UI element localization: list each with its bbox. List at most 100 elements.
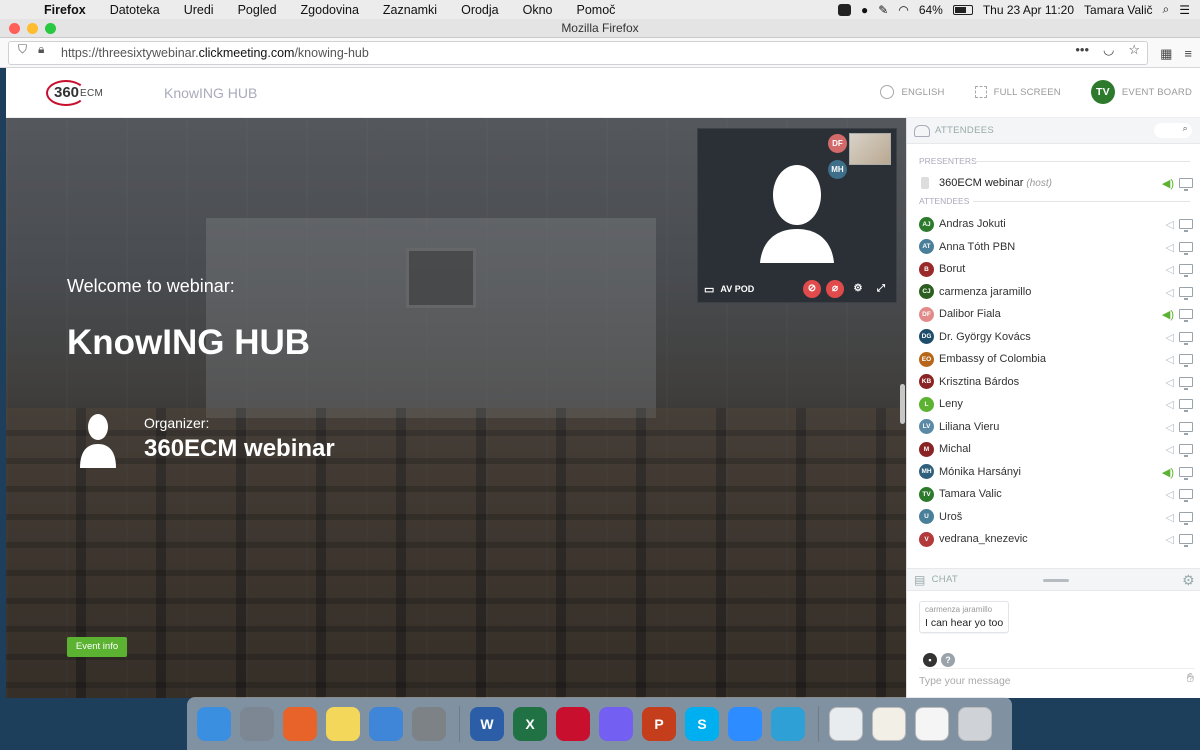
word-icon[interactable]: W xyxy=(470,706,504,741)
screen-share-icon[interactable] xyxy=(1179,511,1193,525)
raise-hand-icon[interactable]: ✋︎ xyxy=(1187,670,1194,686)
clock[interactable]: Thu 23 Apr 11:20 xyxy=(983,3,1074,17)
speaker-muted-icon[interactable]: ◁ xyxy=(1166,263,1174,276)
page-actions-icon[interactable]: ••• xyxy=(1075,42,1089,58)
menu-item-view[interactable]: Pogled xyxy=(238,3,277,17)
attendee-row[interactable]: AJ Andras Jokuti ◁ xyxy=(907,213,1200,236)
expand-icon[interactable]: ⤢ xyxy=(872,280,890,298)
trash-icon[interactable] xyxy=(958,706,992,741)
attendee-row[interactable]: LV Liliana Vieru ◁ xyxy=(907,416,1200,439)
zoom-status-icon[interactable] xyxy=(838,3,852,16)
close-window-button[interactable] xyxy=(9,23,20,34)
fullscreen-button[interactable]: FULL SCREEN xyxy=(974,86,1061,98)
attendee-row[interactable]: KB Krisztina Bárdos ◁ xyxy=(907,371,1200,394)
speaker-on-icon[interactable]: ◀︎) xyxy=(1162,466,1174,479)
menu-item-window[interactable]: Okno xyxy=(523,3,553,17)
speaker-muted-icon[interactable]: ◁ xyxy=(1166,286,1174,299)
screen-share-icon[interactable] xyxy=(1179,534,1193,547)
excel-icon[interactable]: X xyxy=(513,706,547,741)
attendee-row[interactable]: EO Embassy of Colombia ◁ xyxy=(907,348,1200,371)
lock-icon[interactable]: 🔒︎ xyxy=(38,42,44,57)
screen-share-icon[interactable] xyxy=(1179,421,1193,435)
system-preferences-icon[interactable] xyxy=(412,706,446,741)
menu-item-edit[interactable]: Uredi xyxy=(184,3,214,17)
attendee-row[interactable]: AT Anna Tóth PBN ◁ xyxy=(907,236,1200,259)
attendee-row[interactable]: L Leny ◁ xyxy=(907,393,1200,416)
battery-icon[interactable] xyxy=(952,4,973,15)
screen-share-icon[interactable] xyxy=(1179,219,1193,232)
dock-document-icon[interactable] xyxy=(872,706,906,741)
speaker-muted-icon[interactable]: ◁ xyxy=(1166,443,1174,456)
attendee-row[interactable]: MH Mónika Harsányi ◀︎) xyxy=(907,461,1200,484)
finder-icon[interactable] xyxy=(197,706,231,741)
host-row[interactable]: 360ECM webinar (host) ◀︎) xyxy=(907,172,1200,194)
menu-item-history[interactable]: Zgodovina xyxy=(301,3,359,17)
dock-document-icon[interactable] xyxy=(915,706,949,741)
speaker-muted-icon[interactable]: ◁ xyxy=(1166,241,1174,254)
screen-share-icon[interactable] xyxy=(1179,399,1193,412)
screen-share-icon[interactable] xyxy=(1179,354,1193,367)
address-bar[interactable]: https://threesixtywebinar.clickmeeting.c… xyxy=(8,41,1148,65)
keynote-icon[interactable] xyxy=(369,706,403,741)
extensions-icon[interactable]: ▦ xyxy=(1160,46,1172,62)
screen-share-icon[interactable] xyxy=(1179,331,1193,345)
speaker-muted-icon[interactable]: ◁ xyxy=(1166,533,1174,546)
attendee-row[interactable]: DF Dalibor Fiala ◀︎) xyxy=(907,303,1200,326)
camera-off-button[interactable]: ⊘ xyxy=(803,280,821,298)
dock-document-icon[interactable] xyxy=(829,706,863,741)
chat-bubble-icon[interactable]: ▪ xyxy=(923,653,937,667)
speaker-muted-icon[interactable]: ◁ xyxy=(1166,421,1174,434)
menu-item-help[interactable]: Pomoč xyxy=(577,3,616,17)
attendee-row[interactable]: B Borut ◁ xyxy=(907,258,1200,281)
panel-resize-handle[interactable] xyxy=(900,384,905,424)
screen-share-icon[interactable] xyxy=(1179,489,1193,502)
speaker-muted-icon[interactable]: ◁ xyxy=(1166,353,1174,366)
acrobat-icon[interactable] xyxy=(556,706,590,741)
menu-item-tools[interactable]: Orodja xyxy=(461,3,499,17)
speaker-on-icon[interactable]: ◀︎) xyxy=(1162,308,1174,321)
bolt-status-icon[interactable]: ● xyxy=(861,3,868,17)
screen-share-icon[interactable] xyxy=(1179,178,1193,191)
mic-off-button[interactable]: ⌀ xyxy=(826,280,844,298)
launchpad-icon[interactable] xyxy=(240,706,274,741)
menu-item-file[interactable]: Datoteka xyxy=(110,3,160,17)
screen-share-icon[interactable] xyxy=(1179,309,1193,322)
chat-resize-grip[interactable] xyxy=(1043,579,1069,582)
attendee-search-icon[interactable]: ⌕ xyxy=(1154,123,1192,138)
control-center-icon[interactable]: ☰ xyxy=(1179,3,1190,17)
screen-share-icon[interactable] xyxy=(1179,466,1193,480)
app-menu-icon[interactable]: ≡ xyxy=(1184,46,1192,62)
screen-share-icon[interactable] xyxy=(1179,444,1193,457)
user-name[interactable]: Tamara Valič xyxy=(1084,3,1152,17)
attendee-row[interactable]: Vvedrana_knezevic ◁ xyxy=(907,528,1200,551)
wifi-icon[interactable]: ◠ xyxy=(898,3,908,17)
zoom-window-button[interactable] xyxy=(45,23,56,34)
chat-settings-icon[interactable]: ⚙ xyxy=(1182,572,1195,589)
attendee-row[interactable]: TV Tamara Valic ◁ xyxy=(907,483,1200,506)
chat-message-input[interactable]: Type your message xyxy=(919,668,1195,692)
speaker-muted-icon[interactable]: ◁ xyxy=(1166,488,1174,501)
pocket-icon[interactable]: ◡ xyxy=(1103,42,1114,58)
attendee-row[interactable]: U Uroš ◁ xyxy=(907,506,1200,529)
minimize-window-button[interactable] xyxy=(27,23,38,34)
settings-gear-icon[interactable]: ⚙ xyxy=(849,280,867,298)
attendee-row[interactable]: DG Dr. György Kovács ◁ xyxy=(907,326,1200,349)
menu-app-name[interactable]: Firefox xyxy=(44,3,86,17)
screen-share-icon[interactable] xyxy=(1179,241,1193,255)
attendee-row[interactable]: CJ carmenza jaramillo ◁ xyxy=(907,281,1200,304)
self-camera-preview[interactable] xyxy=(849,133,891,165)
screen-share-icon[interactable] xyxy=(1179,376,1193,390)
battery-percent[interactable]: 64% xyxy=(919,3,943,17)
edge-icon[interactable] xyxy=(771,706,805,741)
screen-share-icon[interactable] xyxy=(1179,286,1193,300)
bookmark-star-icon[interactable]: ☆ xyxy=(1128,42,1140,58)
event-info-button[interactable]: Event info xyxy=(67,637,127,657)
pen-status-icon[interactable]: ✎ xyxy=(878,3,888,17)
speaker-muted-icon[interactable]: ◁ xyxy=(1166,398,1174,411)
menu-item-bookmarks[interactable]: Zaznamki xyxy=(383,3,437,17)
firefox-icon[interactable] xyxy=(283,706,317,741)
speaker-on-icon[interactable]: ◀︎) xyxy=(1162,177,1174,190)
speaker-muted-icon[interactable]: ◁ xyxy=(1166,331,1174,344)
speaker-muted-icon[interactable]: ◁ xyxy=(1166,376,1174,389)
viber-icon[interactable] xyxy=(599,706,633,741)
